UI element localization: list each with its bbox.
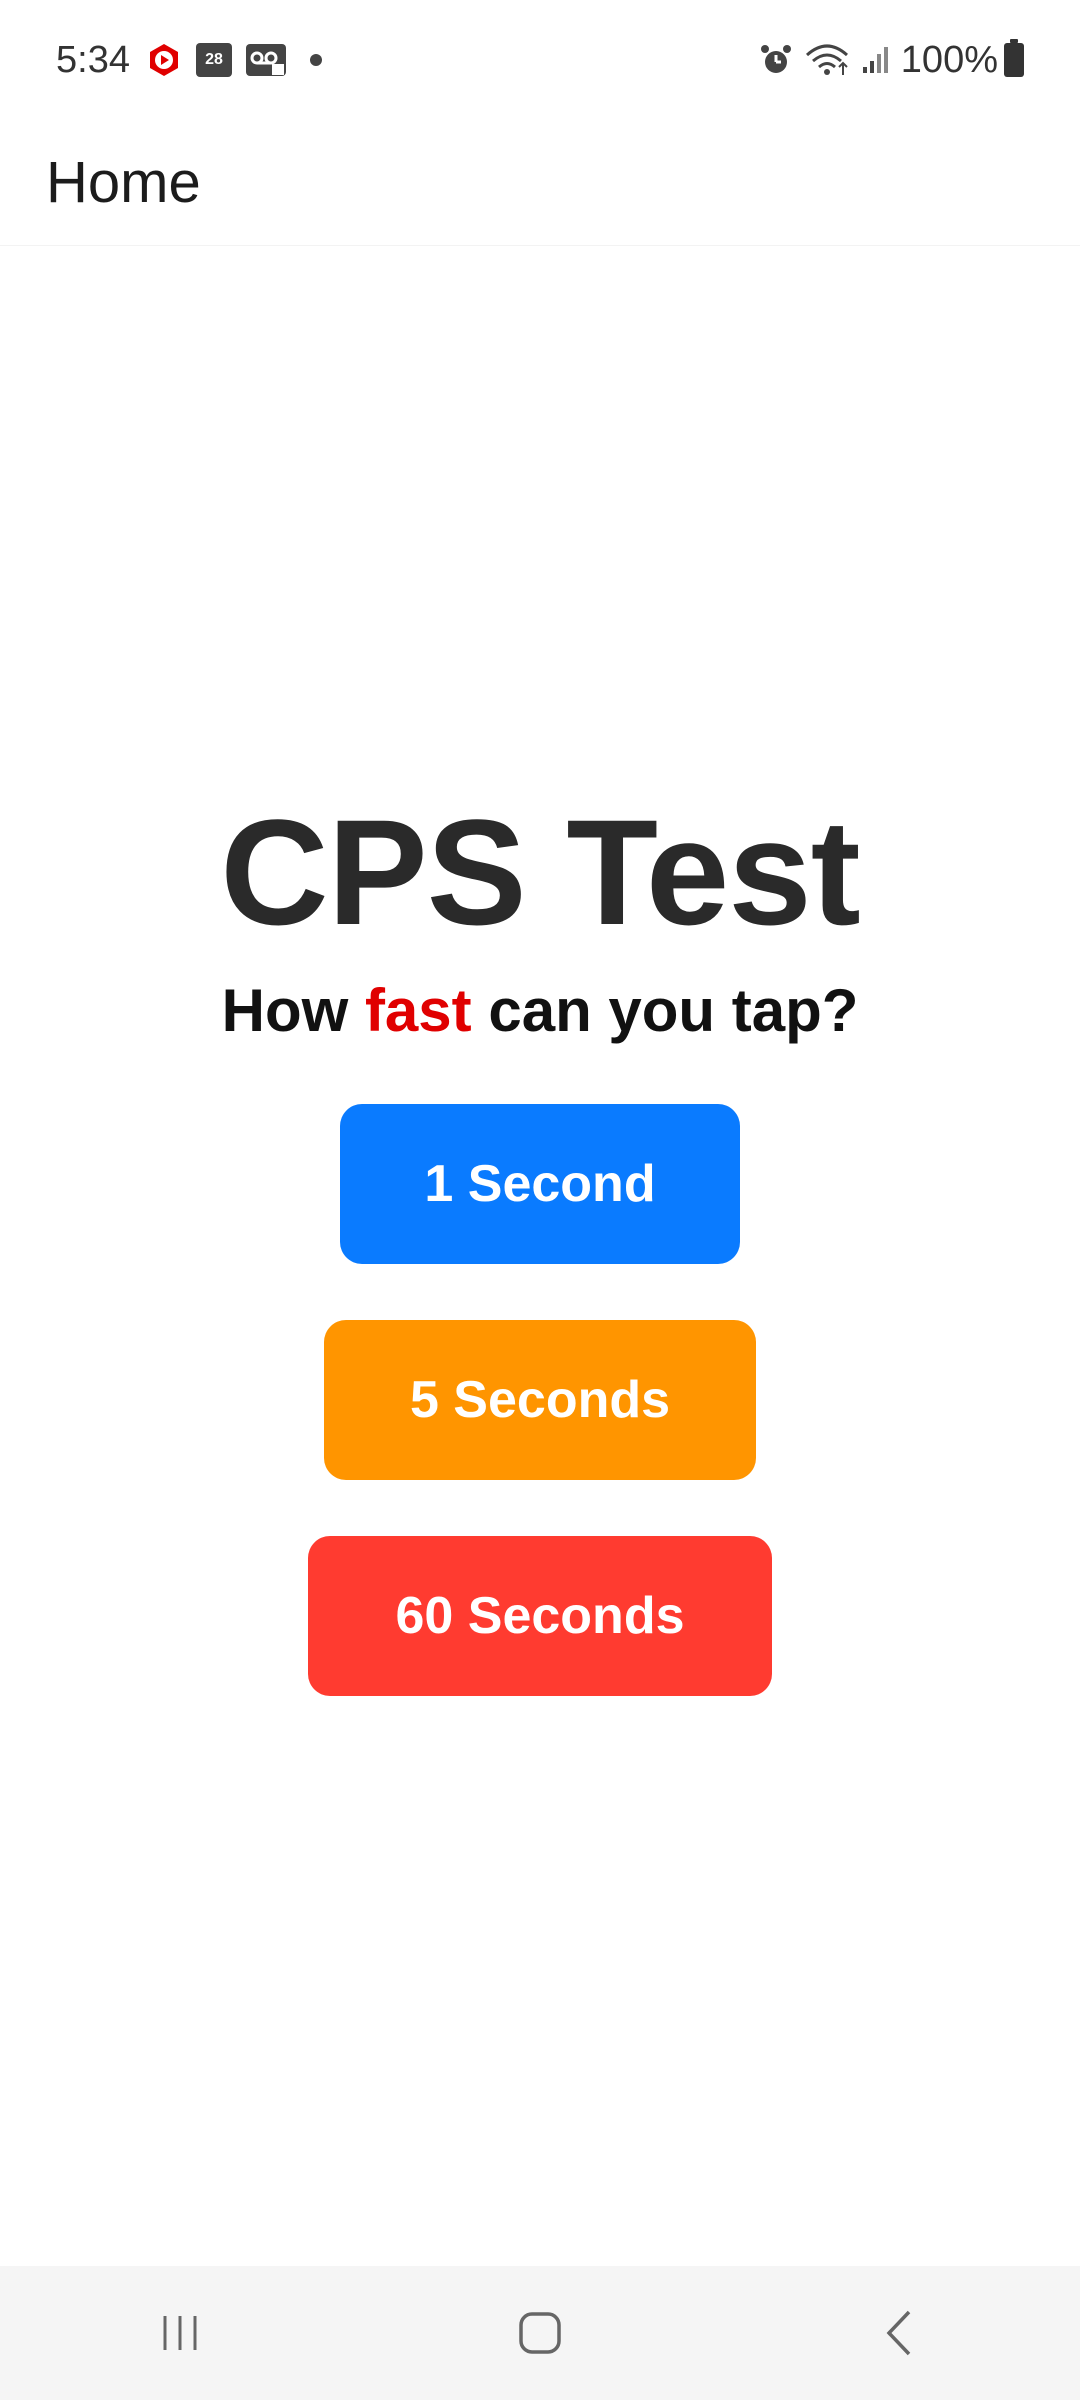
alarm-icon	[759, 43, 793, 77]
dot-icon	[309, 54, 322, 66]
status-left: 5:34 28	[56, 39, 336, 82]
app-title: CPS Test	[220, 788, 860, 956]
page-title: Home	[46, 150, 201, 215]
main-content: CPS Test How fast can you tap? 1 Second …	[0, 246, 1080, 2266]
back-icon	[877, 2308, 923, 2358]
back-button[interactable]	[840, 2283, 960, 2383]
battery-icon	[1004, 39, 1024, 77]
calendar-icon: 28	[195, 43, 232, 77]
status-bar: 5:34 28 100%	[0, 0, 1080, 120]
home-icon	[515, 2308, 565, 2358]
five-seconds-button[interactable]: 5 Seconds	[324, 1320, 756, 1480]
youtube-icon	[146, 42, 182, 78]
one-second-button[interactable]: 1 Second	[340, 1104, 740, 1264]
recents-button[interactable]	[120, 2283, 240, 2383]
signal-icon	[861, 45, 891, 75]
subtitle-accent: fast	[364, 977, 472, 1044]
status-right: 100%	[747, 39, 1024, 82]
subtitle-prefix: How	[221, 977, 365, 1044]
subtitle-suffix: can you tap?	[471, 977, 859, 1044]
status-time: 5:34	[56, 38, 130, 81]
recents-icon	[157, 2310, 203, 2356]
screen: 5:34 28 100% Home CPS Test How fast can …	[0, 0, 1080, 2400]
voicemail-icon	[245, 44, 286, 76]
app-bar: Home	[0, 120, 1080, 246]
subtitle: How fast can you tap?	[0, 976, 1080, 1045]
sixty-seconds-button[interactable]: 60 Seconds	[308, 1536, 772, 1696]
navigation-bar	[0, 2266, 1080, 2400]
wifi-icon	[805, 43, 849, 77]
battery-percentage: 100%	[900, 38, 998, 81]
home-button[interactable]	[480, 2283, 600, 2383]
